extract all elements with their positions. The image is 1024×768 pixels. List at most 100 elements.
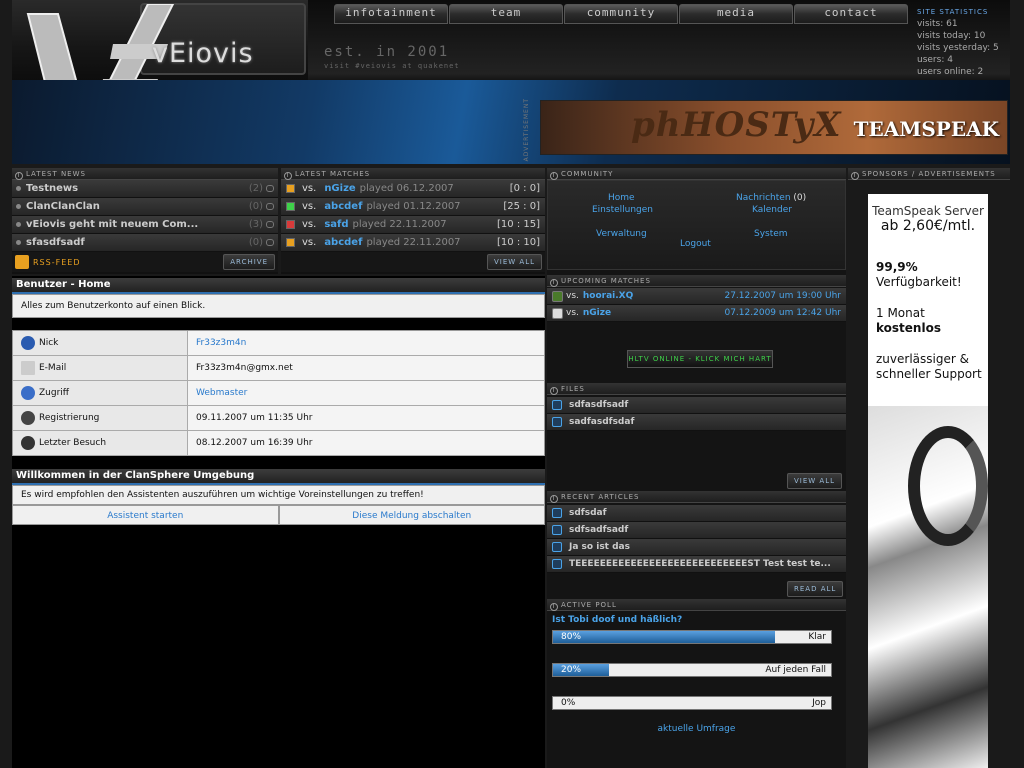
- poll-option-bar: 20% Auf jeden Fall: [552, 663, 832, 677]
- archive-button[interactable]: Archive: [223, 254, 275, 270]
- match-row[interactable]: vs. nGize played 06.12.2007 [0 : 0]: [281, 180, 545, 198]
- upcoming-opponent[interactable]: hoorai.XQ: [583, 291, 725, 301]
- current-poll-link[interactable]: aktuelle Umfrage: [658, 724, 736, 734]
- match-row[interactable]: vs. safd played 22.11.2007 [10 : 15]: [281, 216, 545, 234]
- upcoming-matches-title: Upcoming Matches: [561, 277, 651, 285]
- main-content: Benutzer - Home Alles zum Benutzerkonto …: [12, 276, 545, 768]
- match-opponent[interactable]: nGize: [324, 183, 355, 194]
- rss-feed-label: RSS-Feed: [33, 257, 81, 267]
- table-row: Registrierung 09.11.2007 um 11:35 Uhr: [13, 406, 544, 431]
- match-opponent[interactable]: safd: [324, 219, 348, 230]
- community-home-link[interactable]: Home: [608, 193, 635, 203]
- upcoming-match-row[interactable]: vs. hoorai.XQ 27.12.2007 um 19:00 Uhr: [547, 288, 846, 305]
- info-icon: i: [550, 172, 558, 180]
- news-item[interactable]: ClanClanClan (0): [12, 198, 278, 216]
- upcoming-match-row[interactable]: vs. nGize 07.12.2009 um 12:42 Uhr: [547, 305, 846, 322]
- community-messages-link[interactable]: Nachrichten (0): [736, 193, 806, 203]
- access-icon: [21, 386, 35, 400]
- community-system-link[interactable]: System: [754, 229, 788, 239]
- irc-text: visit #veiovis at quakenet: [324, 62, 460, 70]
- community-admin-link[interactable]: Verwaltung: [596, 229, 647, 239]
- match-vs: vs.: [302, 201, 317, 212]
- news-item-comment-count: (3): [248, 219, 263, 230]
- file-item[interactable]: sdfasdfsadf: [547, 397, 846, 414]
- start-assistant-link[interactable]: Assistent starten: [12, 505, 279, 525]
- sponsor-ad-line1: TeamSpeak Server: [872, 204, 984, 218]
- news-item[interactable]: Testnews (2): [12, 180, 278, 198]
- game-icon: [552, 307, 563, 319]
- nick-value[interactable]: Fr33z3m4n: [188, 331, 544, 355]
- document-icon: [552, 559, 562, 569]
- news-item[interactable]: sfasdfsadf (0): [12, 234, 278, 252]
- article-item-title[interactable]: sdfsadfsadf: [569, 525, 628, 535]
- bullet-icon: [16, 186, 21, 191]
- community-logout-link[interactable]: Logout: [680, 239, 711, 249]
- article-item[interactable]: sdfsdaf: [547, 505, 846, 522]
- poll-option-percent: 0%: [561, 698, 576, 708]
- nav-community[interactable]: community: [564, 4, 678, 24]
- latest-news-bar: i Latest News: [12, 168, 278, 180]
- sponsor-feature-uptime: 99,9%: [876, 260, 918, 274]
- hltv-button[interactable]: HLTV ONLINE - Klick mich hart: [627, 350, 773, 368]
- file-item-title[interactable]: sadfasdfsdaf: [569, 417, 634, 427]
- play-icon: [552, 417, 562, 427]
- news-item-title[interactable]: Testnews: [26, 183, 249, 194]
- comment-icon: [266, 203, 274, 210]
- file-item[interactable]: sadfasdfsdaf: [547, 414, 846, 431]
- article-item[interactable]: Ja so ist das: [547, 539, 846, 556]
- files-list: sdfasdfsadf sadfasdfsdaf: [547, 397, 846, 431]
- article-item-title[interactable]: TEEEEEEEEEEEEEEEEEEEEEEEEEEEEST Test tes…: [569, 559, 831, 569]
- match-score: [10 : 15]: [497, 219, 540, 230]
- match-status-icon: [286, 202, 295, 211]
- match-opponent[interactable]: abcdef: [324, 237, 362, 248]
- welcome-heading: Willkommen in der ClanSphere Umgebung: [12, 469, 545, 485]
- nav-contact[interactable]: contact: [794, 4, 908, 24]
- article-item-title[interactable]: Ja so ist das: [569, 542, 630, 552]
- latest-matches-title: Latest Matches: [295, 170, 371, 178]
- article-item[interactable]: TEEEEEEEEEEEEEEEEEEEEEEEEEEEEST Test tes…: [547, 556, 846, 573]
- dismiss-message-link[interactable]: Diese Meldung abschalten: [278, 505, 545, 525]
- nav-infotainment[interactable]: infotainment: [334, 4, 448, 24]
- community-calendar-link[interactable]: Kalender: [752, 205, 792, 215]
- nav-team[interactable]: team: [449, 4, 563, 24]
- rss-icon: [15, 255, 29, 269]
- match-row[interactable]: vs. abcdef played 01.12.2007 [25 : 0]: [281, 198, 545, 216]
- nav-media[interactable]: media: [679, 4, 793, 24]
- view-all-files-button[interactable]: View all: [787, 473, 843, 489]
- matches-footer: View all: [281, 252, 545, 272]
- community-settings-link[interactable]: Einstellungen: [592, 205, 653, 215]
- info-icon: i: [550, 603, 558, 611]
- files-title: Files: [561, 385, 585, 393]
- article-item-title[interactable]: sdfsdaf: [569, 508, 607, 518]
- news-item[interactable]: vEiovis geht mit neuem Com... (3): [12, 216, 278, 234]
- match-row[interactable]: vs. abcdef played 22.11.2007 [10 : 10]: [281, 234, 545, 252]
- registration-label: Registrierung: [39, 413, 100, 423]
- right-column: i Community Home Nachrichten (0) Einstell…: [547, 168, 846, 768]
- news-item-title[interactable]: sfasdfsadf: [26, 237, 249, 248]
- article-item[interactable]: sdfsadfsadf: [547, 522, 846, 539]
- match-opponent[interactable]: abcdef: [324, 201, 362, 212]
- site-logo-text[interactable]: vEiovis: [152, 38, 254, 69]
- match-vs: vs.: [302, 219, 317, 230]
- header-ad-banner[interactable]: phHOSTyX TEAMSPEAK: [540, 100, 1008, 155]
- rss-feed-link[interactable]: RSS-Feed: [15, 255, 80, 269]
- match-vs: vs.: [302, 237, 317, 248]
- sponsor-ad[interactable]: TeamSpeak Server ab 2,60€/mtl. 99,9% Verf…: [868, 194, 988, 768]
- sponsors-title: Sponsors / Advertisements: [862, 170, 996, 178]
- file-item-title[interactable]: sdfasdfsadf: [569, 400, 628, 410]
- read-all-articles-button[interactable]: Read all: [787, 581, 844, 597]
- access-value[interactable]: Webmaster: [188, 381, 544, 405]
- table-row: Zugriff Webmaster: [13, 381, 544, 406]
- game-icon: [552, 290, 563, 302]
- match-status-icon: [286, 238, 295, 247]
- view-all-matches-button[interactable]: View all: [486, 254, 542, 270]
- table-row: Nick Fr33z3m4n: [13, 331, 544, 356]
- info-icon: i: [550, 495, 558, 503]
- upcoming-opponent[interactable]: nGize: [583, 308, 725, 318]
- match-status-icon: [286, 220, 295, 229]
- news-item-title[interactable]: ClanClanClan: [26, 201, 249, 212]
- comment-icon: [266, 221, 274, 228]
- stat-visits-today: visits today: 10: [917, 31, 986, 41]
- news-item-title[interactable]: vEiovis geht mit neuem Com...: [26, 219, 249, 230]
- advertisement-label: ADVERTISEMENT: [523, 98, 530, 162]
